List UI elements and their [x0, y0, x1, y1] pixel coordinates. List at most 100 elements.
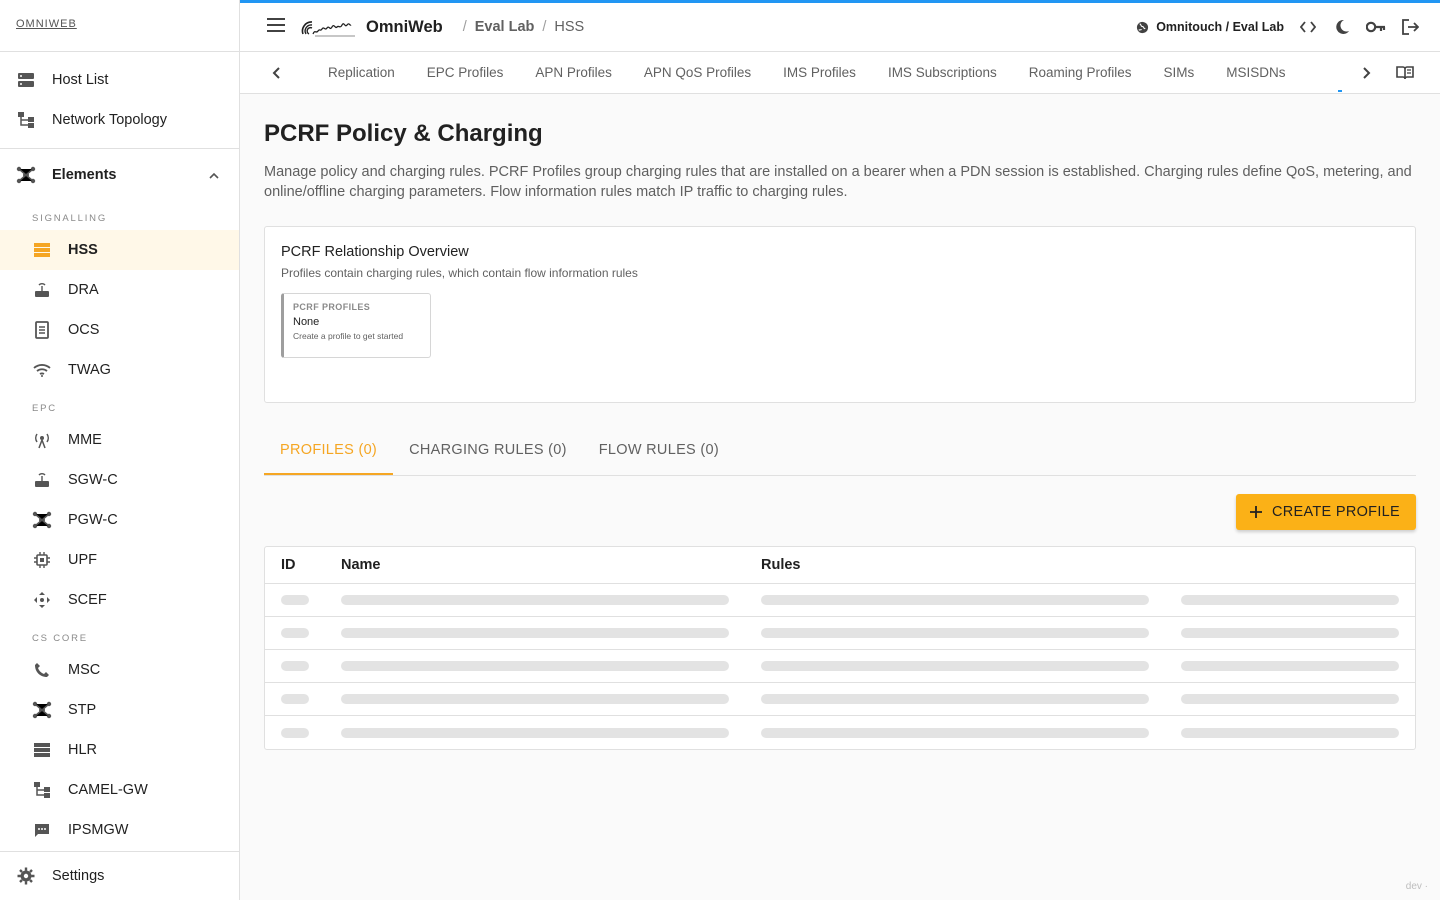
box-value: None — [293, 316, 320, 328]
sidebar-item-network-topology[interactable]: Network Topology — [0, 100, 239, 140]
sidebar-item-ipsmgw[interactable]: IPSMGW — [0, 810, 239, 850]
top-app-bar: OmniWeb / Eval Lab / HSS Omnitouch / Eva… — [240, 3, 1440, 52]
skeleton-bar — [281, 727, 309, 738]
skeleton-cell — [341, 727, 761, 738]
sidebar-item-label: UPF — [68, 552, 97, 568]
sidebar-item-msc[interactable]: MSC — [0, 650, 239, 690]
page-title: PCRF Policy & Charging — [264, 120, 543, 147]
sidebar-item-settings[interactable]: Settings — [0, 851, 239, 900]
column-header-rules[interactable]: Rules — [761, 557, 1181, 573]
sidebar-item-hlr[interactable]: HLR — [0, 730, 239, 770]
skeleton-cell — [761, 628, 1181, 638]
sidebar-item-label: SGW-C — [68, 472, 118, 488]
sidebar-item-dra[interactable]: DRA — [0, 270, 239, 310]
main-content: PCRF Policy & Charging Manage policy and… — [264, 94, 1416, 750]
topology-icon — [16, 110, 36, 130]
tab-apn-profiles[interactable]: APN Profiles — [519, 52, 628, 93]
phone-icon — [32, 660, 52, 680]
key-icon[interactable] — [1366, 17, 1386, 37]
sidebar-item-upf[interactable]: UPF — [0, 540, 239, 580]
sidebar: OMNIWEB Host List Network Topology Eleme… — [0, 0, 240, 900]
tab-epc-profiles[interactable]: EPC Profiles — [411, 52, 520, 93]
table-row-skeleton — [265, 650, 1415, 683]
skeleton-cell — [265, 694, 341, 704]
skeleton-bar — [281, 595, 309, 605]
sidebar-item-label: IPSMGW — [68, 822, 129, 838]
sidebar-item-label: OCS — [68, 322, 100, 338]
tab-charging-rules[interactable]: CHARGING RULES (0) — [393, 426, 583, 475]
brand-link[interactable]: OMNIWEB — [0, 0, 239, 52]
tab-ims-profiles[interactable]: IMS Profiles — [767, 52, 872, 93]
sidebar-item-stp[interactable]: STP — [0, 690, 239, 730]
column-header-name[interactable]: Name — [341, 557, 761, 573]
column-header-id[interactable]: ID — [265, 557, 341, 573]
create-profile-label: CREATE PROFILE — [1271, 504, 1400, 520]
skeleton-cell — [761, 694, 1181, 704]
skeleton-bar — [1181, 595, 1399, 605]
skeleton-cell — [761, 595, 1181, 605]
skeleton-bar — [1181, 661, 1399, 671]
hss-tab-bar: Replication EPC Profiles APN Profiles AP… — [240, 52, 1440, 94]
skeleton-cell — [1181, 727, 1415, 738]
tab-ims-subscriptions[interactable]: IMS Subscriptions — [872, 52, 1013, 93]
chevron-right-icon[interactable] — [1342, 66, 1392, 79]
skeleton-bar — [1181, 694, 1399, 704]
sidebar-item-label: SCEF — [68, 592, 107, 608]
profiles-table: ID Name Rules — [264, 546, 1416, 750]
tab-apn-qos-profiles[interactable]: APN QoS Profiles — [628, 52, 767, 93]
hub-icon — [16, 165, 36, 185]
sidebar-item-scef[interactable]: SCEF — [0, 580, 239, 620]
sidebar-item-host-list[interactable]: Host List — [0, 60, 239, 100]
tab-sims[interactable]: SIMs — [1148, 52, 1211, 93]
logout-icon[interactable] — [1400, 17, 1420, 37]
gear-icon — [16, 866, 36, 886]
environment-label: Omnitouch / Eval Lab — [1156, 20, 1284, 34]
skeleton-cell — [1181, 628, 1415, 638]
elements-list[interactable]: SIGNALLING HSS DRA OCS TWAG EPC MME SGW-… — [0, 200, 239, 900]
breadcrumb: / Eval Lab / HSS — [463, 19, 585, 35]
sidebar-item-ocs[interactable]: OCS — [0, 310, 239, 350]
sidebar-item-hss[interactable]: HSS — [0, 230, 239, 270]
breadcrumb-item[interactable]: HSS — [554, 19, 584, 35]
tab-replication[interactable]: Replication — [312, 52, 411, 93]
elements-label: Elements — [52, 167, 117, 183]
chip-icon — [32, 550, 52, 570]
skeleton-cell — [1181, 661, 1415, 671]
storage-icon — [32, 740, 52, 760]
sidebar-item-twag[interactable]: TWAG — [0, 350, 239, 390]
environment-selector[interactable]: Omnitouch / Eval Lab — [1135, 20, 1284, 34]
antenna-icon — [32, 430, 52, 450]
tab-profiles[interactable]: PROFILES (0) — [264, 426, 394, 475]
skeleton-cell — [341, 694, 761, 704]
app-logo[interactable]: OmniWeb — [301, 16, 443, 38]
sidebar-item-pgw-c[interactable]: PGW-C — [0, 500, 239, 540]
table-actions: CREATE PROFILE — [264, 476, 1416, 546]
sidebar-item-camel-gw[interactable]: CAMEL-GW — [0, 770, 239, 810]
create-profile-button[interactable]: CREATE PROFILE — [1235, 494, 1416, 530]
skeleton-bar — [341, 661, 729, 671]
sidebar-item-mme[interactable]: MME — [0, 420, 239, 460]
sidebar-item-label: MSC — [68, 662, 101, 678]
breadcrumb-separator: / — [542, 19, 547, 35]
skeleton-bar — [281, 661, 309, 671]
skeleton-bar — [341, 727, 729, 738]
skeleton-cell — [265, 595, 341, 605]
skeleton-bar — [341, 694, 729, 704]
skeleton-cell — [1181, 694, 1415, 704]
menu-icon[interactable] — [267, 17, 287, 37]
tab-roaming-profiles[interactable]: Roaming Profiles — [1013, 52, 1148, 93]
tab-flow-rules[interactable]: FLOW RULES (0) — [583, 426, 735, 475]
skeleton-bar — [281, 694, 309, 704]
chevron-left-icon[interactable] — [240, 66, 312, 79]
plus-icon — [1249, 502, 1262, 522]
elements-group-toggle[interactable]: Elements — [0, 151, 239, 199]
sidebar-item-sgw-c[interactable]: SGW-C — [0, 460, 239, 500]
skeleton-bar — [1181, 727, 1399, 738]
dark-mode-icon[interactable] — [1332, 17, 1352, 37]
breadcrumb-item[interactable]: Eval Lab — [475, 19, 535, 35]
docs-book-icon[interactable] — [1392, 65, 1418, 80]
code-icon[interactable] — [1298, 17, 1318, 37]
skeleton-bar — [341, 628, 729, 638]
tab-msisdns[interactable]: MSISDNs — [1210, 52, 1301, 93]
pcrf-profiles-box: PCRF PROFILES None Create a profile to g… — [281, 293, 431, 358]
